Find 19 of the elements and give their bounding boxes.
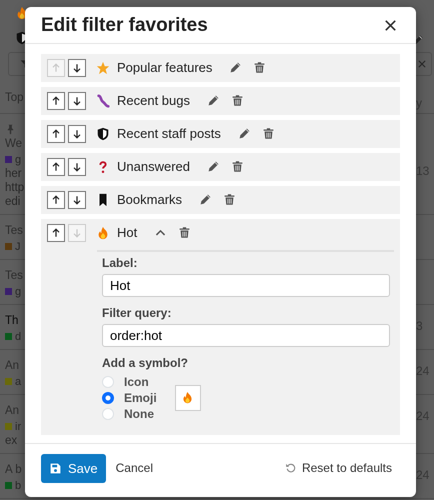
option-label: None xyxy=(124,406,154,423)
dialog-title: Edit filter favorites xyxy=(41,14,208,37)
reset-button[interactable]: Reset to defaults xyxy=(284,459,400,478)
favorite-label: Hot xyxy=(117,224,138,242)
query-input[interactable]: order:hot xyxy=(102,324,390,347)
option-label: Icon xyxy=(124,374,149,391)
field-label: Label: xyxy=(102,256,138,271)
label-input[interactable]: Hot xyxy=(102,274,390,297)
field-label: Add a symbol? xyxy=(102,356,190,371)
favorite-label: Recent bugs xyxy=(117,92,190,110)
favorite-label: Bookmarks xyxy=(117,191,182,210)
field-label: Filter query: xyxy=(102,306,172,321)
cancel-button[interactable]: Cancel xyxy=(116,459,153,478)
favorite-label: Popular features xyxy=(117,59,212,78)
favorite-label: Unanswered xyxy=(117,158,190,176)
save-button[interactable]: Save xyxy=(41,454,106,483)
favorite-label: Recent staff posts xyxy=(117,125,221,144)
option-label: Emoji xyxy=(124,390,157,407)
topic-title: Th xyxy=(5,313,18,327)
